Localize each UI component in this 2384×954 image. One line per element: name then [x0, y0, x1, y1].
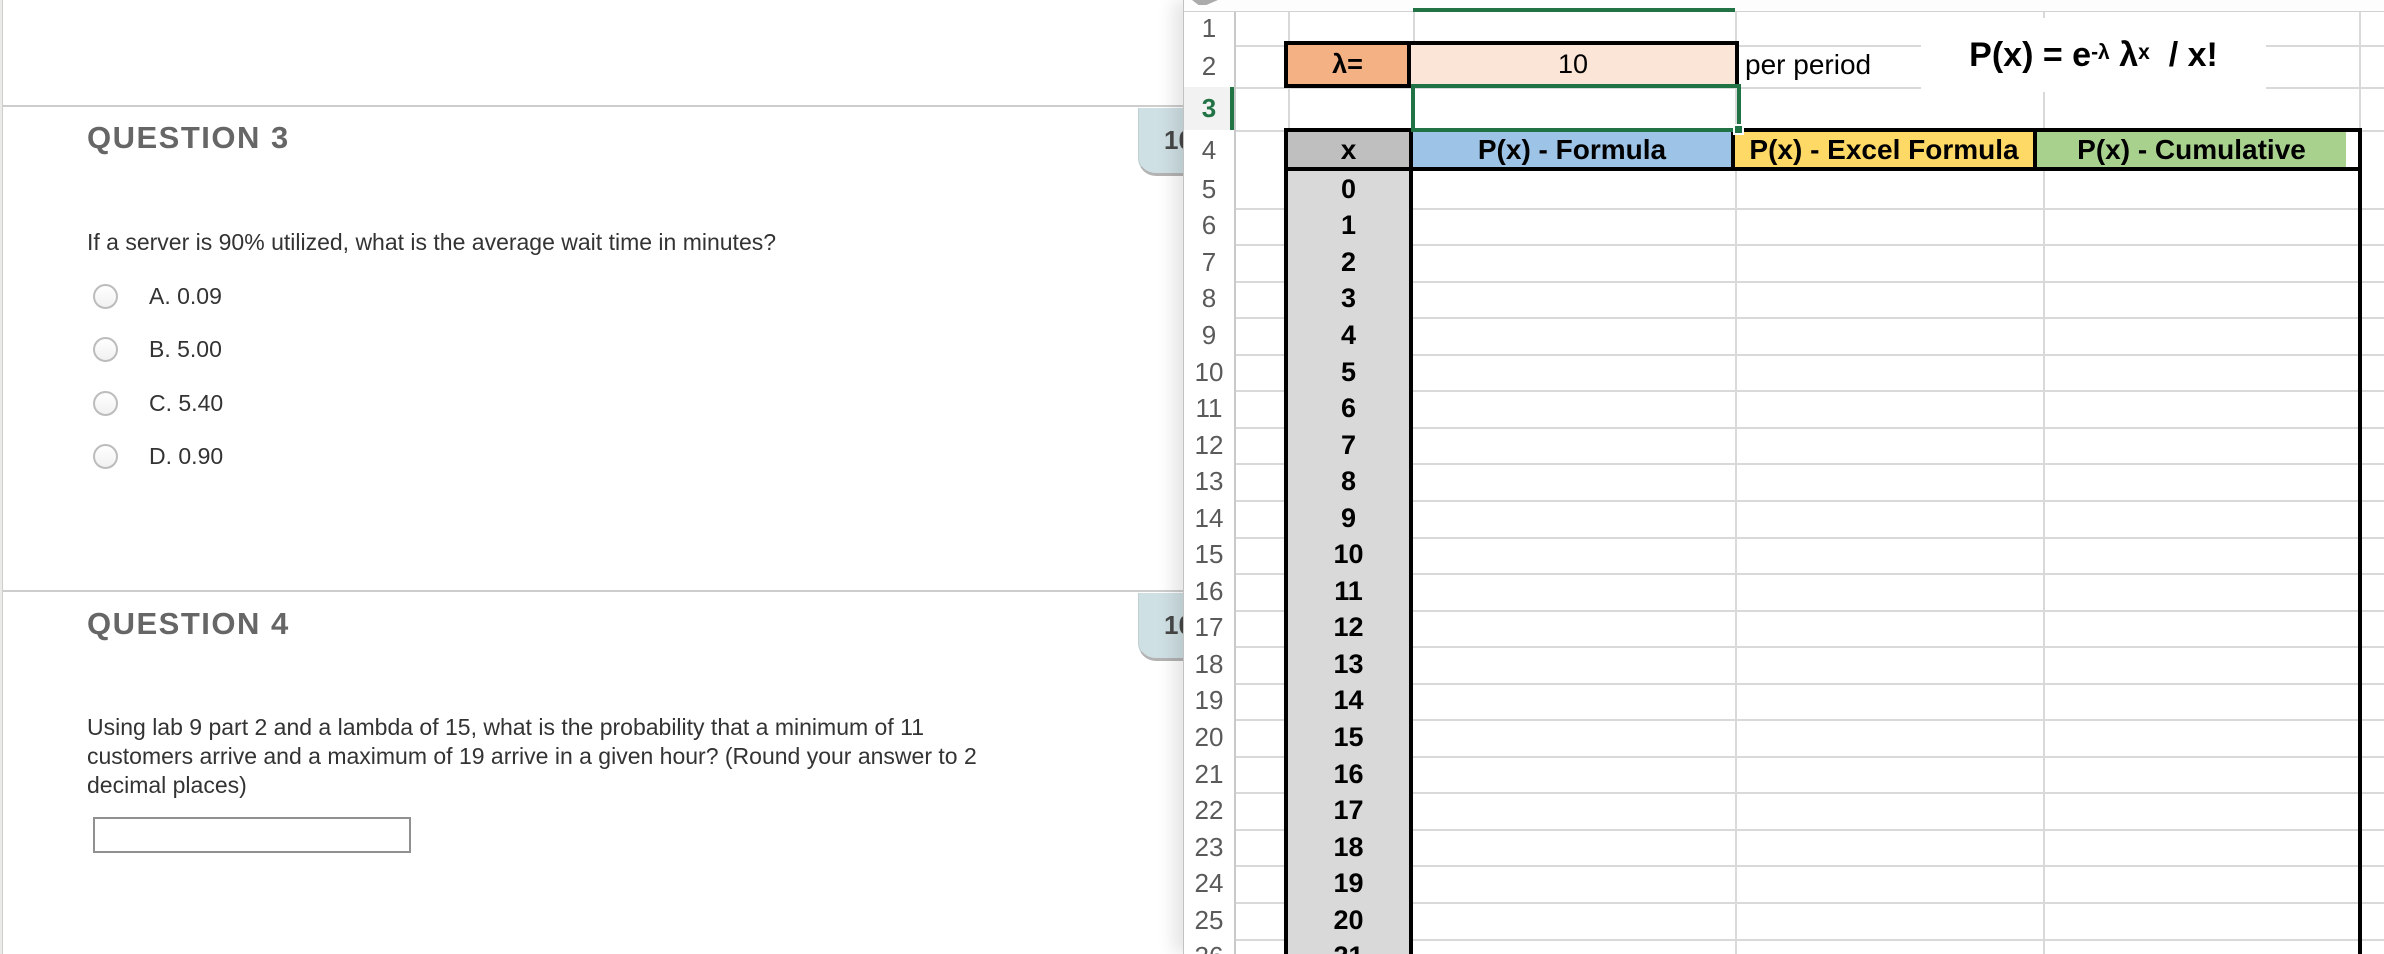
- row-number[interactable]: 22: [1184, 792, 1234, 829]
- question3-text: If a server is 90% utilized, what is the…: [87, 228, 776, 257]
- header-cell-px-excel-formula[interactable]: P(x) - Excel Formula: [1731, 132, 2033, 167]
- fill-handle[interactable]: [1733, 124, 1744, 135]
- x-value-cell[interactable]: 16: [1288, 756, 1409, 793]
- selected-column-indicator: [1413, 8, 1735, 12]
- x-value-cell[interactable]: 1: [1288, 208, 1409, 245]
- row-number[interactable]: 14: [1184, 500, 1234, 537]
- row-number[interactable]: 3: [1184, 87, 1234, 130]
- lambda-value: 10: [1558, 49, 1588, 80]
- header-cell-px-cumulative[interactable]: P(x) - Cumulative: [2033, 132, 2346, 167]
- row-number[interactable]: 25: [1184, 902, 1234, 939]
- x-value-cell[interactable]: 8: [1288, 463, 1409, 500]
- quiz-area: QUESTION 3 10 If a server is 90% utilize…: [0, 0, 1184, 954]
- formula-base: λ: [2110, 36, 2138, 75]
- poisson-formula-graphic[interactable]: P(x) = e-λ λx / x!: [1921, 18, 2266, 92]
- radio-button-icon[interactable]: [93, 391, 118, 416]
- lambda-value-cell[interactable]: 10: [1411, 45, 1735, 84]
- x-value-cell[interactable]: 14: [1288, 683, 1409, 720]
- lambda-unit-label: per period: [1745, 49, 1871, 80]
- x-value-cell[interactable]: 18: [1288, 829, 1409, 866]
- question4-answer-input[interactable]: [93, 817, 411, 853]
- row-number[interactable]: 24: [1184, 865, 1234, 902]
- lambda-parameter-box: λ= 10: [1284, 41, 1739, 88]
- x-value-cell[interactable]: 3: [1288, 281, 1409, 318]
- row-number[interactable]: 16: [1184, 573, 1234, 610]
- row-number[interactable]: 10: [1184, 354, 1234, 391]
- selected-cell-outline[interactable]: [1411, 84, 1741, 132]
- row-number[interactable]: 7: [1184, 244, 1234, 281]
- x-value-cell[interactable]: 12: [1288, 610, 1409, 647]
- row-number[interactable]: 6: [1184, 208, 1234, 245]
- radio-button-icon[interactable]: [93, 444, 118, 469]
- row-number[interactable]: 23: [1184, 829, 1234, 866]
- row-number[interactable]: 15: [1184, 537, 1234, 574]
- row-number[interactable]: 2: [1184, 45, 1234, 87]
- row-number[interactable]: 21: [1184, 756, 1234, 793]
- x-value-cell[interactable]: 7: [1288, 427, 1409, 464]
- header-cell-x[interactable]: x: [1288, 132, 1409, 167]
- x-value-cell[interactable]: 15: [1288, 719, 1409, 756]
- row-number[interactable]: 17: [1184, 610, 1234, 647]
- row-number[interactable]: 11: [1184, 390, 1234, 427]
- option-label: D. 0.90: [149, 443, 223, 470]
- question4-heading: QUESTION 4: [87, 606, 290, 642]
- question4-text: Using lab 9 part 2 and a lambda of 15, w…: [87, 713, 977, 800]
- x-value-cell[interactable]: 17: [1288, 792, 1409, 829]
- x-value-cell[interactable]: 10: [1288, 537, 1409, 574]
- column-header-strip: [1184, 0, 2384, 12]
- question3-heading: QUESTION 3: [87, 120, 290, 156]
- lambda-label-cell[interactable]: λ=: [1288, 45, 1411, 84]
- option-label: B. 5.00: [149, 336, 222, 363]
- question3-option-d[interactable]: D. 0.90: [93, 443, 223, 469]
- panel-divider-middle: [3, 590, 1184, 592]
- x-value-cell[interactable]: 19: [1288, 865, 1409, 902]
- formula-base: P(x) = e: [1969, 36, 2091, 75]
- x-value-cell[interactable]: 2: [1288, 244, 1409, 281]
- x-value-cell[interactable]: 0: [1288, 171, 1409, 208]
- x-value-cell[interactable]: 4: [1288, 317, 1409, 354]
- x-value-column: 0123456789101112131415161718192021: [1284, 171, 1413, 954]
- x-value-cell[interactable]: 13: [1288, 646, 1409, 683]
- x-value-cell[interactable]: 5: [1288, 354, 1409, 391]
- select-all-corner-icon[interactable]: [1192, 0, 1218, 5]
- question3-option-c[interactable]: C. 5.40: [93, 390, 223, 416]
- table-right-border: [2358, 171, 2362, 954]
- formula-exponent: x: [2138, 41, 2150, 65]
- question3-option-b[interactable]: B. 5.00: [93, 336, 222, 362]
- row-number[interactable]: 8: [1184, 281, 1234, 318]
- screen: QUESTION 3 10 If a server is 90% utilize…: [0, 0, 2384, 954]
- lambda-label: λ=: [1332, 49, 1363, 80]
- row-number[interactable]: 20: [1184, 719, 1234, 756]
- x-value-cell[interactable]: 11: [1288, 573, 1409, 610]
- spreadsheet-window: 1234567891011121314151617181920212223242…: [1183, 0, 2384, 954]
- table-header-row: x P(x) - Formula P(x) - Excel Formula P(…: [1284, 128, 2362, 171]
- quiz-left-rail: [0, 0, 3, 954]
- row-number[interactable]: 1: [1184, 12, 1234, 45]
- option-label: C. 5.40: [149, 390, 223, 417]
- formula-exponent: -λ: [2091, 41, 2110, 65]
- row-number[interactable]: 19: [1184, 683, 1234, 720]
- row-number[interactable]: 12: [1184, 427, 1234, 464]
- row-number[interactable]: 5: [1184, 171, 1234, 208]
- header-cell-px-formula[interactable]: P(x) - Formula: [1409, 132, 1731, 167]
- question3-option-a[interactable]: A. 0.09: [93, 283, 222, 309]
- x-value-cell[interactable]: 9: [1288, 500, 1409, 537]
- radio-button-icon[interactable]: [93, 337, 118, 362]
- panel-divider-top: [3, 105, 1184, 107]
- row-number[interactable]: 18: [1184, 646, 1234, 683]
- row-number[interactable]: 4: [1184, 130, 1234, 171]
- row-number[interactable]: 13: [1184, 463, 1234, 500]
- radio-button-icon[interactable]: [93, 284, 118, 309]
- x-value-cell[interactable]: 6: [1288, 390, 1409, 427]
- x-value-cell[interactable]: 20: [1288, 902, 1409, 939]
- x-value-cell[interactable]: 21: [1288, 939, 1409, 954]
- row-number[interactable]: 9: [1184, 317, 1234, 354]
- option-label: A. 0.09: [149, 283, 222, 310]
- row-number[interactable]: 26: [1184, 939, 1234, 954]
- formula-base: / x!: [2150, 36, 2218, 75]
- lambda-unit-cell[interactable]: per period: [1745, 45, 1871, 84]
